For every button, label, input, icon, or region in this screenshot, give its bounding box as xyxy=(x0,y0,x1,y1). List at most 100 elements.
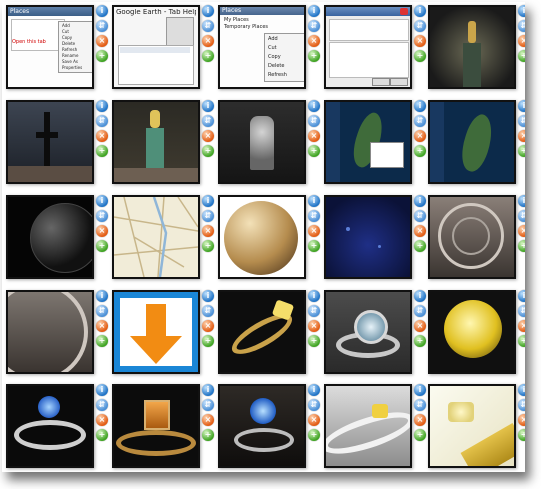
menu-item-add[interactable]: Add xyxy=(268,35,302,44)
add-icon[interactable]: + xyxy=(308,335,320,347)
add-icon[interactable]: + xyxy=(414,335,426,347)
add-icon[interactable]: + xyxy=(308,50,320,62)
delete-icon[interactable]: × xyxy=(308,130,320,142)
close-icon[interactable] xyxy=(400,8,408,15)
move-icon[interactable]: ⇵ xyxy=(308,115,320,127)
delete-icon[interactable]: × xyxy=(414,130,426,142)
add-icon[interactable]: + xyxy=(96,50,108,62)
map-view-taiwan-popup[interactable] xyxy=(324,100,412,184)
delete-icon[interactable]: × xyxy=(518,130,525,142)
add-icon[interactable]: + xyxy=(518,240,525,252)
info-icon[interactable]: i xyxy=(414,384,426,396)
info-popup[interactable] xyxy=(370,142,404,168)
delete-icon[interactable]: × xyxy=(308,35,320,47)
add-icon[interactable]: + xyxy=(414,240,426,252)
add-icon[interactable]: + xyxy=(414,145,426,157)
delete-icon[interactable]: × xyxy=(518,320,525,332)
google-earth-help-screenshot[interactable]: Google Earth - Tab Help xyxy=(112,5,200,89)
delete-icon[interactable]: × xyxy=(202,130,214,142)
add-icon[interactable]: + xyxy=(96,335,108,347)
info-icon[interactable]: i xyxy=(96,5,108,17)
delete-icon[interactable]: × xyxy=(308,320,320,332)
info-icon[interactable]: i xyxy=(308,100,320,112)
move-icon[interactable]: ⇵ xyxy=(202,399,214,411)
info-icon[interactable]: i xyxy=(308,290,320,302)
blue-diamond-ring-closeup[interactable] xyxy=(218,384,306,468)
delete-icon[interactable]: × xyxy=(518,35,525,47)
gold-ring-yellow-diamond[interactable] xyxy=(218,290,306,374)
ferris-wheel-closeup[interactable] xyxy=(6,290,94,374)
menu-item-delete[interactable]: Delete xyxy=(268,62,302,71)
places-panel-screenshot[interactable]: Places Open this tab Add Cut Copy Delete… xyxy=(6,5,94,89)
yellow-diamond-closeup[interactable] xyxy=(428,290,516,374)
info-icon[interactable]: i xyxy=(202,195,214,207)
statue-of-liberty-torch-dark[interactable] xyxy=(428,5,516,89)
delete-icon[interactable]: × xyxy=(202,225,214,237)
move-icon[interactable]: ⇵ xyxy=(96,210,108,222)
add-icon[interactable]: + xyxy=(202,429,214,441)
delete-icon[interactable]: × xyxy=(414,225,426,237)
move-icon[interactable]: ⇵ xyxy=(202,115,214,127)
ok-button[interactable] xyxy=(372,78,390,86)
download-arrow-icon-thumbnail[interactable] xyxy=(112,290,200,374)
info-icon[interactable]: i xyxy=(96,384,108,396)
move-icon[interactable]: ⇵ xyxy=(518,210,525,222)
info-icon[interactable]: i xyxy=(202,100,214,112)
move-icon[interactable]: ⇵ xyxy=(414,399,426,411)
add-icon[interactable]: + xyxy=(414,429,426,441)
move-icon[interactable]: ⇵ xyxy=(518,305,525,317)
delete-icon[interactable]: × xyxy=(96,130,108,142)
add-icon[interactable]: + xyxy=(202,240,214,252)
add-icon[interactable]: + xyxy=(96,240,108,252)
cancel-button[interactable] xyxy=(390,78,408,86)
move-icon[interactable]: ⇵ xyxy=(202,20,214,32)
delete-icon[interactable]: × xyxy=(414,35,426,47)
move-icon[interactable]: ⇵ xyxy=(518,20,525,32)
move-icon[interactable]: ⇵ xyxy=(96,20,108,32)
tree-item-temporary-places[interactable]: Temporary Places xyxy=(224,24,268,31)
delete-icon[interactable]: × xyxy=(518,225,525,237)
info-icon[interactable]: i xyxy=(308,195,320,207)
context-menu-screenshot[interactable]: Places My Places Temporary Places Add Cu… xyxy=(218,5,306,89)
menu-item-copy[interactable]: Copy xyxy=(268,53,302,62)
info-icon[interactable]: i xyxy=(96,195,108,207)
move-icon[interactable]: ⇵ xyxy=(308,305,320,317)
info-icon[interactable]: i xyxy=(202,290,214,302)
info-icon[interactable]: i xyxy=(96,290,108,302)
map-view-taiwan[interactable] xyxy=(428,100,516,184)
ferris-wheel-photo[interactable] xyxy=(428,195,516,279)
delete-icon[interactable]: × xyxy=(96,225,108,237)
move-icon[interactable]: ⇵ xyxy=(518,115,525,127)
add-icon[interactable]: + xyxy=(308,145,320,157)
add-icon[interactable]: + xyxy=(518,145,525,157)
info-icon[interactable]: i xyxy=(518,384,525,396)
move-icon[interactable]: ⇵ xyxy=(96,399,108,411)
add-icon[interactable]: + xyxy=(202,145,214,157)
delete-icon[interactable]: × xyxy=(202,414,214,426)
delete-icon[interactable]: × xyxy=(414,320,426,332)
silver-ring-round-diamond[interactable] xyxy=(324,290,412,374)
delete-icon[interactable]: × xyxy=(308,225,320,237)
info-icon[interactable]: i xyxy=(414,100,426,112)
add-icon[interactable]: + xyxy=(202,50,214,62)
add-icon[interactable]: + xyxy=(518,50,525,62)
menu-item-cut[interactable]: Cut xyxy=(268,44,302,53)
statue-of-liberty-torch-green[interactable] xyxy=(112,100,200,184)
info-icon[interactable]: i xyxy=(414,5,426,17)
white-gold-ring-yellow-stone[interactable] xyxy=(324,384,412,468)
add-icon[interactable]: + xyxy=(308,429,320,441)
move-icon[interactable]: ⇵ xyxy=(308,399,320,411)
add-icon[interactable]: + xyxy=(518,335,525,347)
delete-icon[interactable]: × xyxy=(96,414,108,426)
move-icon[interactable]: ⇵ xyxy=(96,115,108,127)
move-icon[interactable]: ⇵ xyxy=(202,305,214,317)
move-icon[interactable]: ⇵ xyxy=(414,305,426,317)
info-icon[interactable]: i xyxy=(518,100,525,112)
move-icon[interactable]: ⇵ xyxy=(518,399,525,411)
info-icon[interactable]: i xyxy=(96,100,108,112)
move-icon[interactable]: ⇵ xyxy=(96,305,108,317)
menu-item-refresh[interactable]: Refresh xyxy=(268,71,302,80)
info-icon[interactable]: i xyxy=(414,195,426,207)
tower-silhouette-dark[interactable] xyxy=(6,100,94,184)
info-icon[interactable]: i xyxy=(308,5,320,17)
